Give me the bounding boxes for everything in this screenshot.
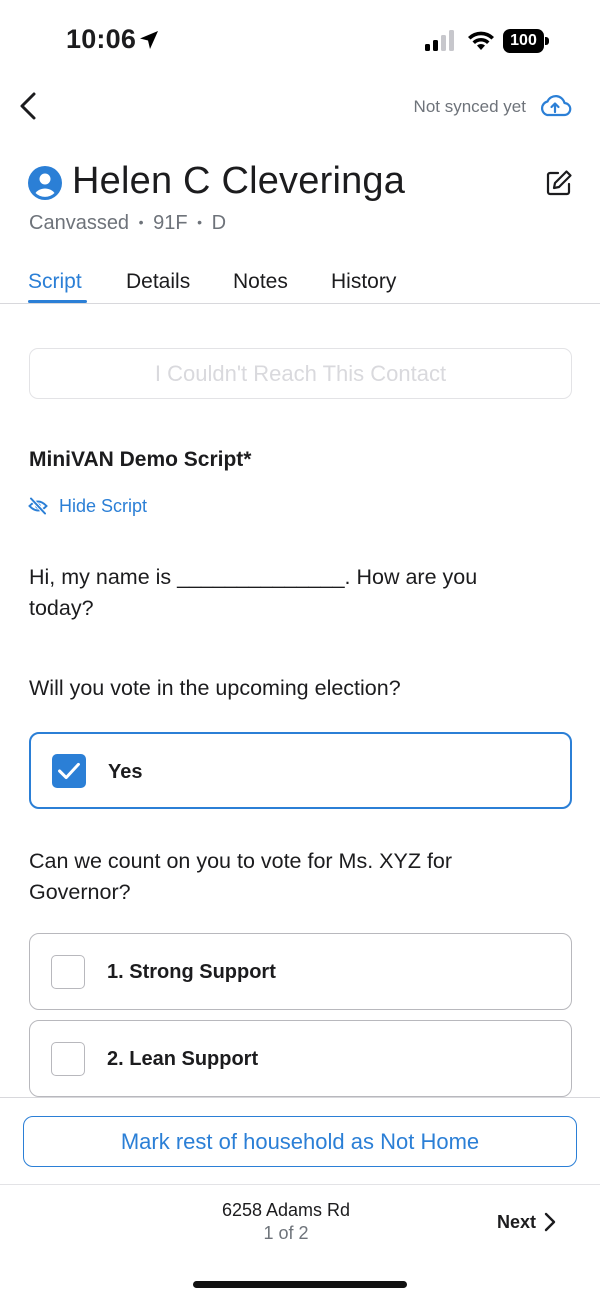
question-vote-upcoming: Will you vote in the upcoming election? xyxy=(29,676,401,700)
hide-script-button[interactable]: Hide Script xyxy=(28,494,147,518)
mark-household-not-home-button[interactable]: Mark rest of household as Not Home xyxy=(23,1116,577,1167)
location-arrow-icon xyxy=(140,31,158,49)
tab-history[interactable]: History xyxy=(331,270,396,294)
contact-age-gender: 91F xyxy=(153,212,188,234)
footer-page-count: 1 of 2 xyxy=(263,1223,309,1243)
sync-status: Not synced yet xyxy=(413,97,526,116)
question-support-governor: Can we count on you to vote for Ms. XYZ … xyxy=(29,849,453,904)
active-tab-indicator xyxy=(28,300,87,303)
battery-indicator: 100 xyxy=(503,29,549,53)
next-button[interactable]: Next xyxy=(497,1208,556,1236)
option-yes-label: Yes xyxy=(108,761,143,783)
contact-name: Helen C Cleveringa xyxy=(72,160,406,202)
couldnt-reach-button[interactable]: I Couldn't Reach This Contact xyxy=(29,348,572,399)
option-lean-support-checkbox[interactable] xyxy=(51,1042,85,1076)
option-lean-support[interactable]: 2. Lean Support xyxy=(29,1020,572,1097)
battery-tip xyxy=(545,37,549,45)
option-yes-checkbox[interactable] xyxy=(52,754,86,788)
eye-slash-icon xyxy=(28,497,48,515)
status-time: 10:06 xyxy=(66,24,137,54)
contact-meta: Canvassed • 91F • D xyxy=(29,212,226,235)
tab-details[interactable]: Details xyxy=(126,270,190,294)
option-yes[interactable]: Yes xyxy=(29,732,572,809)
script-intro-text: Hi, my name is ______________. How are y… xyxy=(29,565,478,620)
footer-divider xyxy=(0,1184,600,1185)
next-label: Next xyxy=(497,1211,537,1232)
status-bar: 10:06 100 xyxy=(0,0,600,80)
chevron-right-icon xyxy=(544,1212,556,1232)
contact-status: Canvassed xyxy=(29,212,130,234)
checkmark-icon xyxy=(58,762,80,780)
bottom-divider xyxy=(0,1097,600,1098)
tab-notes[interactable]: Notes xyxy=(233,270,288,294)
edit-icon[interactable] xyxy=(544,168,574,198)
option-strong-support[interactable]: 1. Strong Support xyxy=(29,933,572,1010)
wifi-icon xyxy=(468,31,494,50)
footer-address: 6258 Adams Rd xyxy=(221,1200,351,1220)
meta-separator: • xyxy=(197,214,203,230)
option-strong-support-label: 1. Strong Support xyxy=(107,961,276,983)
home-indicator xyxy=(193,1281,407,1288)
option-strong-support-checkbox[interactable] xyxy=(51,955,85,989)
hide-script-label: Hide Script xyxy=(59,495,148,516)
battery-level: 100 xyxy=(503,29,544,53)
tab-bar: Script Details Notes History xyxy=(0,262,600,304)
tab-script[interactable]: Script xyxy=(28,270,82,294)
user-circle-icon xyxy=(28,166,62,200)
contact-party: D xyxy=(211,212,227,234)
meta-separator: • xyxy=(138,214,144,230)
option-lean-support-label: 2. Lean Support xyxy=(107,1048,259,1070)
script-title: MiniVAN Demo Script* xyxy=(29,448,252,471)
cellular-signal-icon xyxy=(425,30,454,51)
cloud-upload-icon[interactable] xyxy=(538,92,572,120)
back-button[interactable] xyxy=(12,86,48,126)
